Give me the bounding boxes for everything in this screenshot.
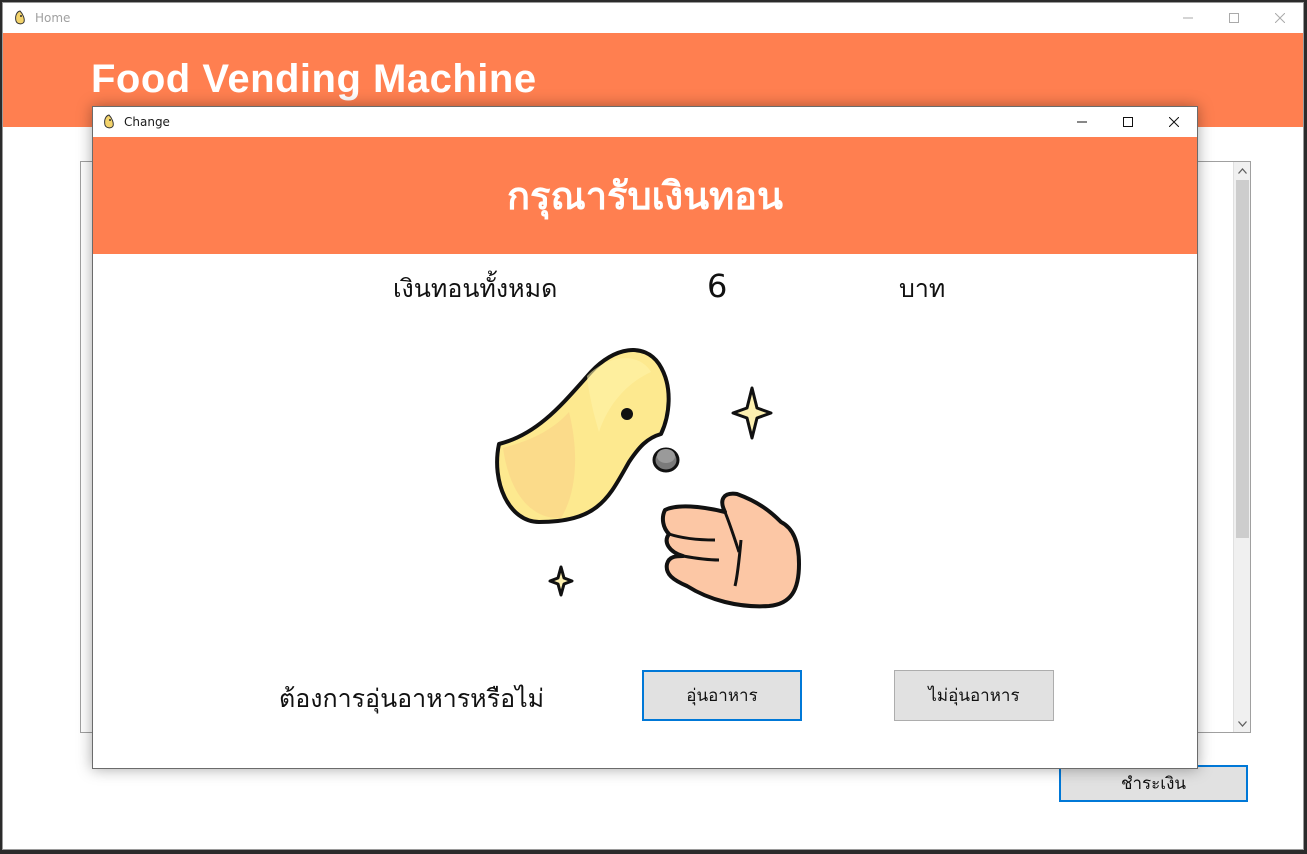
close-icon	[1169, 117, 1179, 127]
dialog-header: กรุณารับเงินทอน	[93, 137, 1197, 254]
home-window-title: Home	[35, 11, 71, 25]
change-dialog: Change กรุณารับเงินทอน เงินทอนทั้งหมด 6 …	[92, 106, 1198, 769]
maximize-icon	[1123, 117, 1133, 127]
dialog-maximize-button[interactable]	[1105, 107, 1151, 137]
dialog-titlebar: Change	[93, 107, 1197, 137]
close-icon	[1275, 13, 1285, 23]
home-maximize-button[interactable]	[1211, 3, 1257, 33]
coin-illustration	[495, 348, 801, 609]
app-icon	[104, 114, 114, 129]
menu-list-scrollbar[interactable]	[1233, 162, 1250, 732]
no-heat-food-button[interactable]: ไม่อุ่นอาหาร	[894, 670, 1054, 721]
heat-food-question: ต้องการอุ่นอาหารหรือไม่	[279, 684, 545, 713]
maximize-icon	[1229, 13, 1239, 23]
scroll-up-icon	[1238, 167, 1247, 174]
change-total-label: เงินทอนทั้งหมด	[393, 274, 558, 303]
home-titlebar: Home	[3, 3, 1303, 33]
currency-label: บาท	[899, 274, 946, 303]
scroll-down-button[interactable]	[1234, 715, 1251, 732]
pay-button[interactable]: ชำระเงิน	[1059, 765, 1248, 802]
scroll-down-icon	[1238, 720, 1247, 727]
change-total-amount: 6	[707, 267, 728, 305]
home-window-controls	[1165, 3, 1303, 33]
dialog-minimize-button[interactable]	[1059, 107, 1105, 137]
app-icon	[15, 10, 25, 25]
scroll-thumb[interactable]	[1236, 180, 1249, 538]
home-minimize-button[interactable]	[1165, 3, 1211, 33]
dialog-close-button[interactable]	[1151, 107, 1197, 137]
home-header-title: Food Vending Machine	[91, 57, 537, 101]
dialog-heading: กรุณารับเงินทอน	[507, 174, 783, 218]
minimize-icon	[1077, 121, 1087, 123]
dialog-window-controls	[1059, 107, 1197, 137]
dialog-window-title: Change	[124, 115, 170, 129]
scroll-up-button[interactable]	[1234, 162, 1251, 179]
heat-food-button[interactable]: อุ่นอาหาร	[642, 670, 802, 721]
home-close-button[interactable]	[1257, 3, 1303, 33]
minimize-icon	[1183, 17, 1193, 19]
